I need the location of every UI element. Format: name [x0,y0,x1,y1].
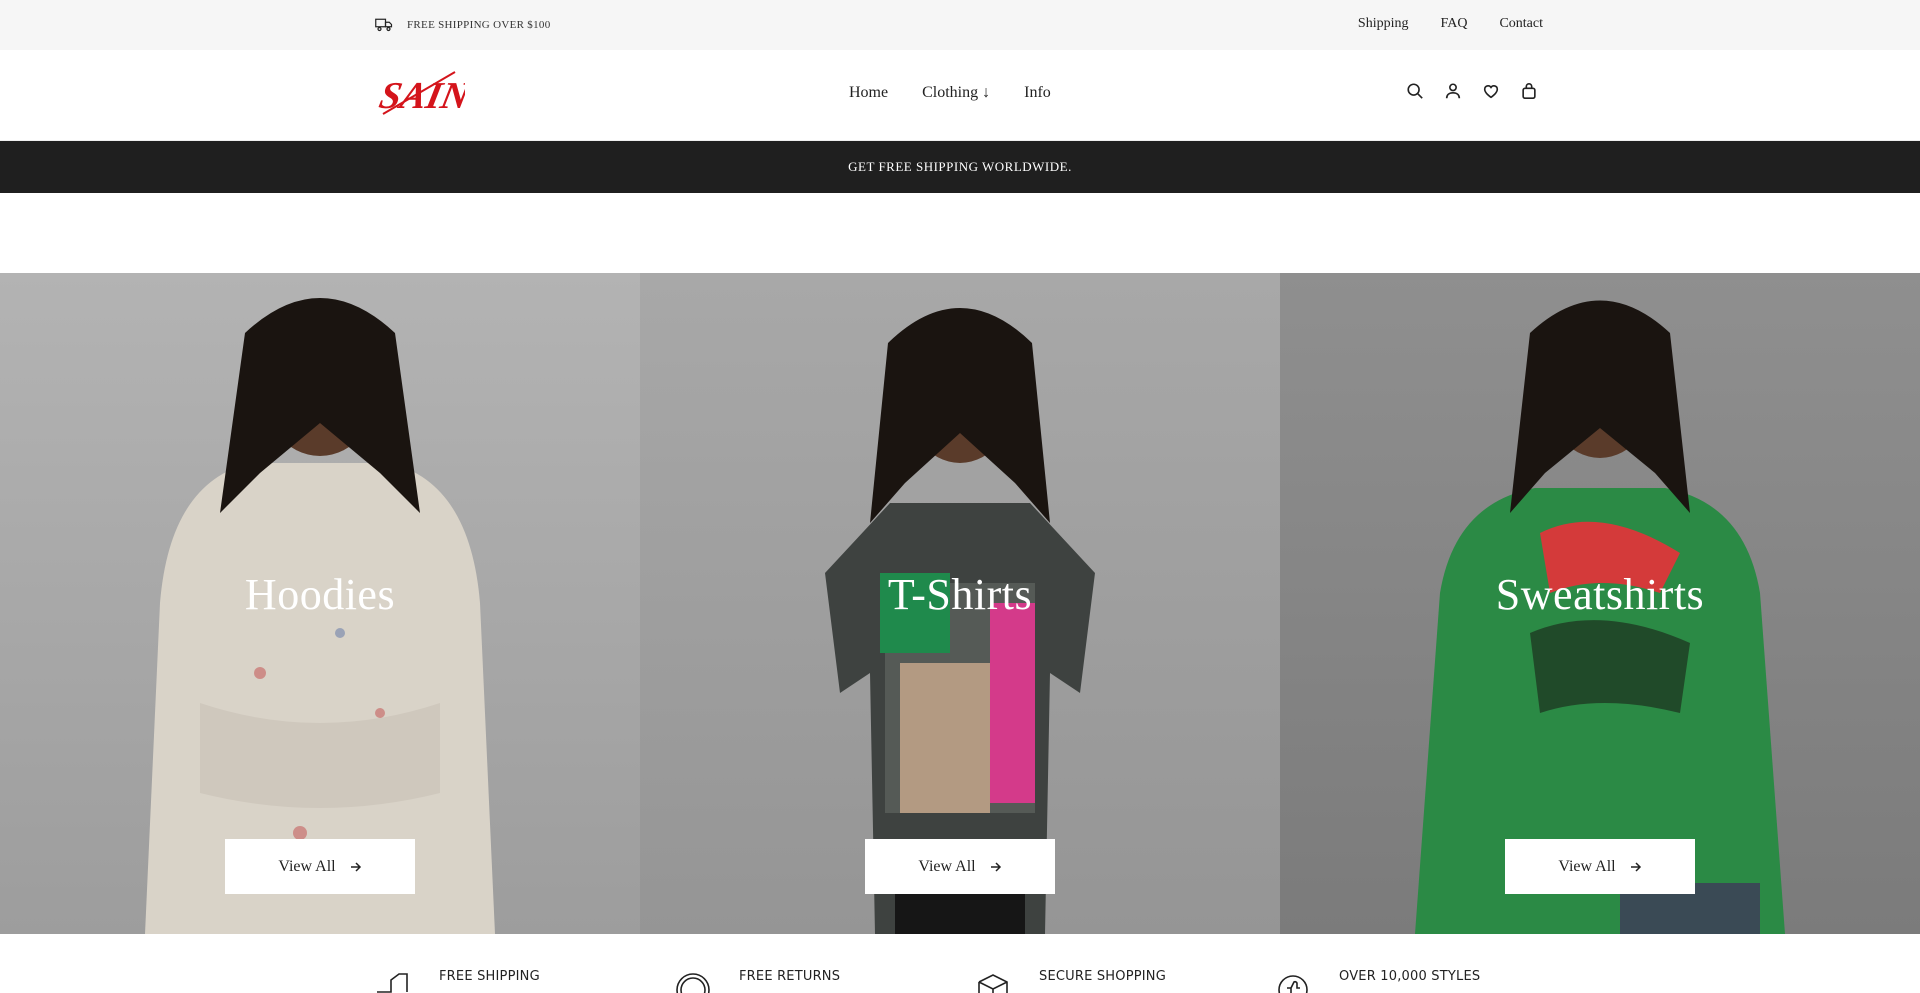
announcement-bar: GET FREE SHIPPING WORLDWIDE. [0,141,1920,193]
view-all-label: View All [918,857,976,875]
shipping-notice: FREE SHIPPING OVER $100 [375,17,551,32]
features-strip: FREE SHIPPING FREE RETURNS SECURE SHOPPI… [0,934,1920,993]
utility-links: Shipping FAQ Contact [1358,16,1543,32]
bag-icon[interactable] [1520,82,1538,100]
nav-clothing[interactable]: Clothing ↓ [922,84,990,102]
heart-icon[interactable] [1482,82,1500,100]
feature-label: SECURE SHOPPING [1039,969,1167,984]
collection-sweatshirts[interactable]: Sweatshirts View All [1280,273,1920,934]
collection-panels: Hoodies View All T-Shirts View All Sweat… [0,273,1920,934]
contact-link[interactable]: Contact [1499,16,1543,32]
collection-tshirts[interactable]: T-Shirts View All [640,273,1280,934]
collection-title-tshirts: T-Shirts [887,570,1033,619]
search-icon[interactable] [1406,82,1424,100]
announcement-text: GET FREE SHIPPING WORLDWIDE. [848,159,1072,174]
main-nav: Home Clothing ↓ Info [849,84,1051,102]
collection-title-sweatshirts: Sweatshirts [1495,570,1705,619]
arrow-right-icon [350,861,361,872]
utility-bar: FREE SHIPPING OVER $100 Shipping FAQ Con… [0,0,1920,50]
feature-label: FREE SHIPPING [439,969,540,984]
header-actions [1406,82,1538,100]
feature-label: FREE RETURNS [739,969,841,984]
shipping-notice-text: FREE SHIPPING OVER $100 [407,18,551,31]
view-all-sweatshirts-button[interactable]: View All [1505,839,1695,894]
box-icon [978,974,1008,993]
view-all-label: View All [278,857,336,875]
user-icon[interactable] [1444,82,1462,100]
truck-icon [377,973,408,993]
thumbs-up-icon [1278,975,1308,993]
nav-home[interactable]: Home [849,84,888,102]
truck-icon [375,18,393,32]
view-all-hoodies-button[interactable]: View All [225,839,415,894]
dollar-circle-icon [676,973,710,993]
collection-title-hoodies: Hoodies [244,570,396,619]
collection-hoodies[interactable]: Hoodies View All [0,273,640,934]
shipping-link[interactable]: Shipping [1358,16,1409,32]
view-all-label: View All [1558,857,1616,875]
site-header: SAINT Home Clothing ↓ Info [0,50,1920,141]
arrow-right-icon [1630,861,1641,872]
nav-info[interactable]: Info [1024,84,1051,102]
feature-label: OVER 10,000 STYLES [1339,969,1481,984]
arrow-right-icon [990,861,1001,872]
view-all-tshirts-button[interactable]: View All [865,839,1055,894]
faq-link[interactable]: FAQ [1440,16,1467,32]
saint-logo[interactable]: SAINT [375,64,498,124]
